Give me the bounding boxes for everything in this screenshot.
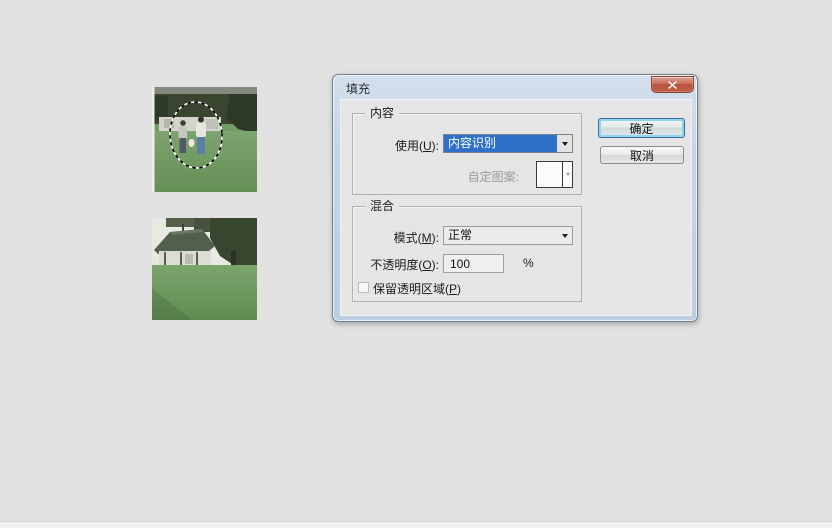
- dialog-client-area: 内容 使用(U): 内容识别 自定图案: 混合 模式(M): 正常 不透明度(O…: [340, 99, 692, 316]
- pattern-swatch-well: [537, 162, 562, 187]
- tutorial-screenshot-canvas: 填充 内容 使用(U): 内容识别 自定图案: 混合 模式(M): 正常 不透明…: [0, 0, 832, 528]
- use-dropdown-value: 内容识别: [444, 135, 557, 152]
- opacity-label: 不透明度(O):: [370, 258, 439, 272]
- close-button[interactable]: [651, 76, 694, 93]
- ok-button[interactable]: 确定: [598, 118, 685, 138]
- preserve-transparency-checkbox[interactable]: [358, 282, 369, 293]
- preserve-transparency-label: 保留透明区域(P): [373, 282, 462, 296]
- use-dropdown[interactable]: 内容识别: [443, 134, 573, 153]
- close-icon: [668, 80, 677, 89]
- content-group-legend: 内容: [365, 106, 400, 120]
- opacity-input[interactable]: [443, 254, 504, 273]
- mode-label: 模式(M):: [393, 231, 439, 245]
- fill-dialog: 填充 内容 使用(U): 内容识别 自定图案: 混合 模式(M): 正常 不透明…: [332, 74, 698, 322]
- blend-groupbox: 混合 模式(M): 正常 不透明度(O): % 保留透明区域(P): [352, 199, 582, 302]
- mode-dropdown[interactable]: 正常: [443, 226, 573, 245]
- cancel-button[interactable]: 取消: [600, 146, 684, 164]
- content-groupbox: 内容 使用(U): 内容识别 自定图案:: [352, 106, 582, 195]
- photo-before-fill: [152, 87, 257, 192]
- page-footer-strip: [0, 521, 832, 528]
- custom-pattern-label: 自定图案:: [467, 170, 519, 184]
- blend-group-legend: 混合: [365, 199, 400, 213]
- park-scene-with-selection: [152, 87, 257, 192]
- chevron-down-icon: [557, 227, 572, 244]
- dialog-title: 填充: [346, 82, 371, 96]
- opacity-unit: %: [523, 256, 534, 270]
- custom-pattern-picker[interactable]: [536, 161, 573, 188]
- use-label: 使用(U):: [394, 139, 439, 153]
- park-scene-pavilion: [152, 218, 257, 320]
- photo-after-fill: [152, 218, 257, 320]
- dialog-titlebar[interactable]: 填充: [333, 75, 697, 99]
- chevron-down-icon: [557, 135, 572, 152]
- mode-dropdown-value: 正常: [448, 228, 473, 242]
- chevron-down-icon: [562, 162, 572, 187]
